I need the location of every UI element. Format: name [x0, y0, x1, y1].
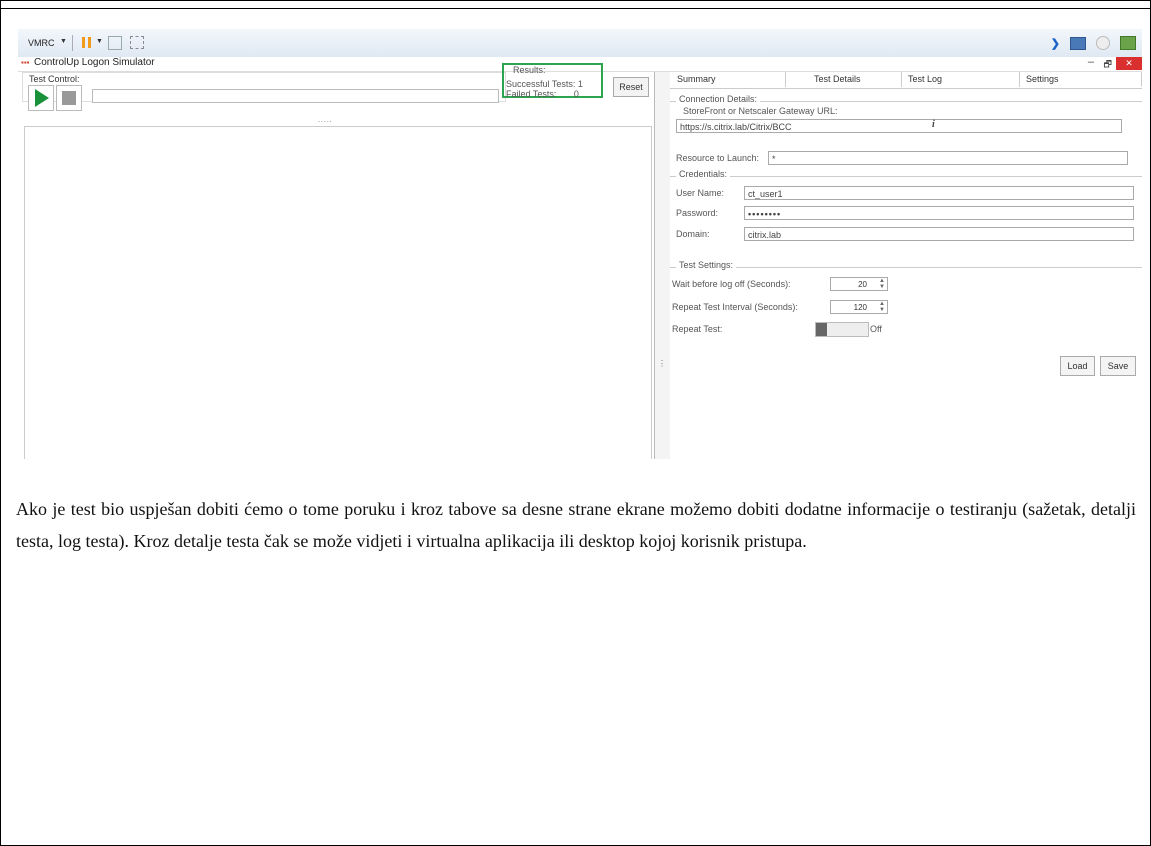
minimize-button: –: [1087, 56, 1094, 68]
restore-button: 🗗: [1103, 59, 1112, 69]
vmrc-menu: VMRC: [28, 38, 55, 48]
user-name-field: ct_user1: [744, 186, 1134, 200]
stop-test-button: [56, 85, 82, 111]
user-name-label: User Name:: [676, 188, 725, 198]
repeat-interval-label: Repeat Test Interval (Seconds):: [672, 302, 798, 312]
repeat-test-label: Repeat Test:: [672, 324, 723, 334]
repeat-interval-stepper: 120 ▲ ▼: [830, 300, 888, 314]
test-control-pane: Test Control: Results: Successful Tests:…: [18, 63, 655, 459]
stepper-arrows-icon: ▲ ▼: [879, 278, 885, 290]
domain-field: citrix.lab: [744, 227, 1134, 241]
wait-before-logoff-stepper: 20 ▲ ▼: [830, 277, 888, 291]
toolbar-separator: [72, 35, 73, 51]
save-button: Save: [1100, 356, 1136, 376]
repeat-interval-value: 120: [853, 303, 867, 312]
gateway-url-field: https://s.citrix.lab/Citrix/BCC: [676, 119, 1122, 133]
credentials-group: [670, 176, 1142, 177]
password-label: Password:: [676, 208, 719, 218]
domain-label: Domain:: [676, 229, 710, 239]
gateway-url-label: StoreFront or Netscaler Gateway URL:: [680, 106, 841, 116]
connection-details-label: Connection Details:: [676, 94, 761, 104]
send-ctrl-alt-del-icon: [108, 36, 122, 50]
test-settings-group: [670, 267, 1142, 268]
chevron-down-icon: ▼: [96, 38, 103, 45]
display-icon: [1070, 36, 1086, 50]
resource-field: *: [768, 151, 1128, 165]
toolbar-right-icons: ❯: [1051, 36, 1136, 50]
credentials-label: Credentials:: [676, 169, 731, 179]
window-title: ControlUp Logon Simulator: [34, 57, 155, 68]
results-label: Results:: [513, 65, 546, 75]
tab-strip: Summary Test Details Test Log Settings: [670, 72, 1142, 89]
tab-test-log: Test Log: [902, 72, 1020, 87]
repeat-test-toggle: [815, 322, 869, 337]
network-icon: [1120, 36, 1136, 50]
embedded-screenshot: VMRC ▼ ▼ ❯ ▪▪▪ ControlUp Logon Simulator…: [18, 29, 1142, 459]
app-logo-icon: ▪▪▪: [21, 58, 30, 67]
top-rule: [0, 0, 1151, 9]
tab-summary: Summary: [670, 72, 786, 87]
splitter-handle: .....: [318, 117, 333, 124]
tab-test-details: Test Details: [786, 72, 902, 87]
pause-icon: [82, 37, 92, 48]
fullscreen-icon: [130, 36, 144, 49]
vmrc-toolbar: VMRC ▼ ▼ ❯: [18, 29, 1142, 58]
stepper-arrows-icon: ▲ ▼: [879, 301, 885, 313]
chevron-down-icon: ▼: [60, 38, 67, 45]
start-test-button: [28, 85, 54, 111]
load-button: Load: [1060, 356, 1095, 376]
test-progress-bar: [92, 89, 499, 103]
resource-label: Resource to Launch:: [676, 153, 760, 163]
close-button: ✕: [1116, 57, 1142, 70]
info-icon: i: [932, 119, 935, 130]
reset-button: Reset: [613, 77, 649, 97]
wait-before-logoff-label: Wait before log off (Seconds):: [672, 279, 791, 289]
test-control-label: Test Control:: [29, 74, 80, 84]
settings-pane: Summary Test Details Test Log Settings C…: [670, 72, 1142, 459]
wait-before-logoff-value: 20: [858, 280, 867, 289]
successful-tests-count: Successful Tests: 1: [506, 79, 583, 89]
test-settings-label: Test Settings:: [676, 260, 737, 270]
repeat-test-state: Off: [870, 324, 882, 334]
cd-drive-icon: [1096, 36, 1110, 50]
failed-tests-count: Failed Tests: 0: [506, 89, 579, 99]
forward-arrow-icon: ❯: [1050, 37, 1060, 50]
test-output-area: [24, 126, 652, 459]
body-paragraph: Ako je test bio uspješan dobiti ćemo o t…: [16, 499, 1136, 551]
password-field: ••••••••: [744, 206, 1134, 220]
tab-settings: Settings: [1020, 72, 1142, 87]
vertical-splitter-handle: ⋮: [658, 359, 666, 368]
